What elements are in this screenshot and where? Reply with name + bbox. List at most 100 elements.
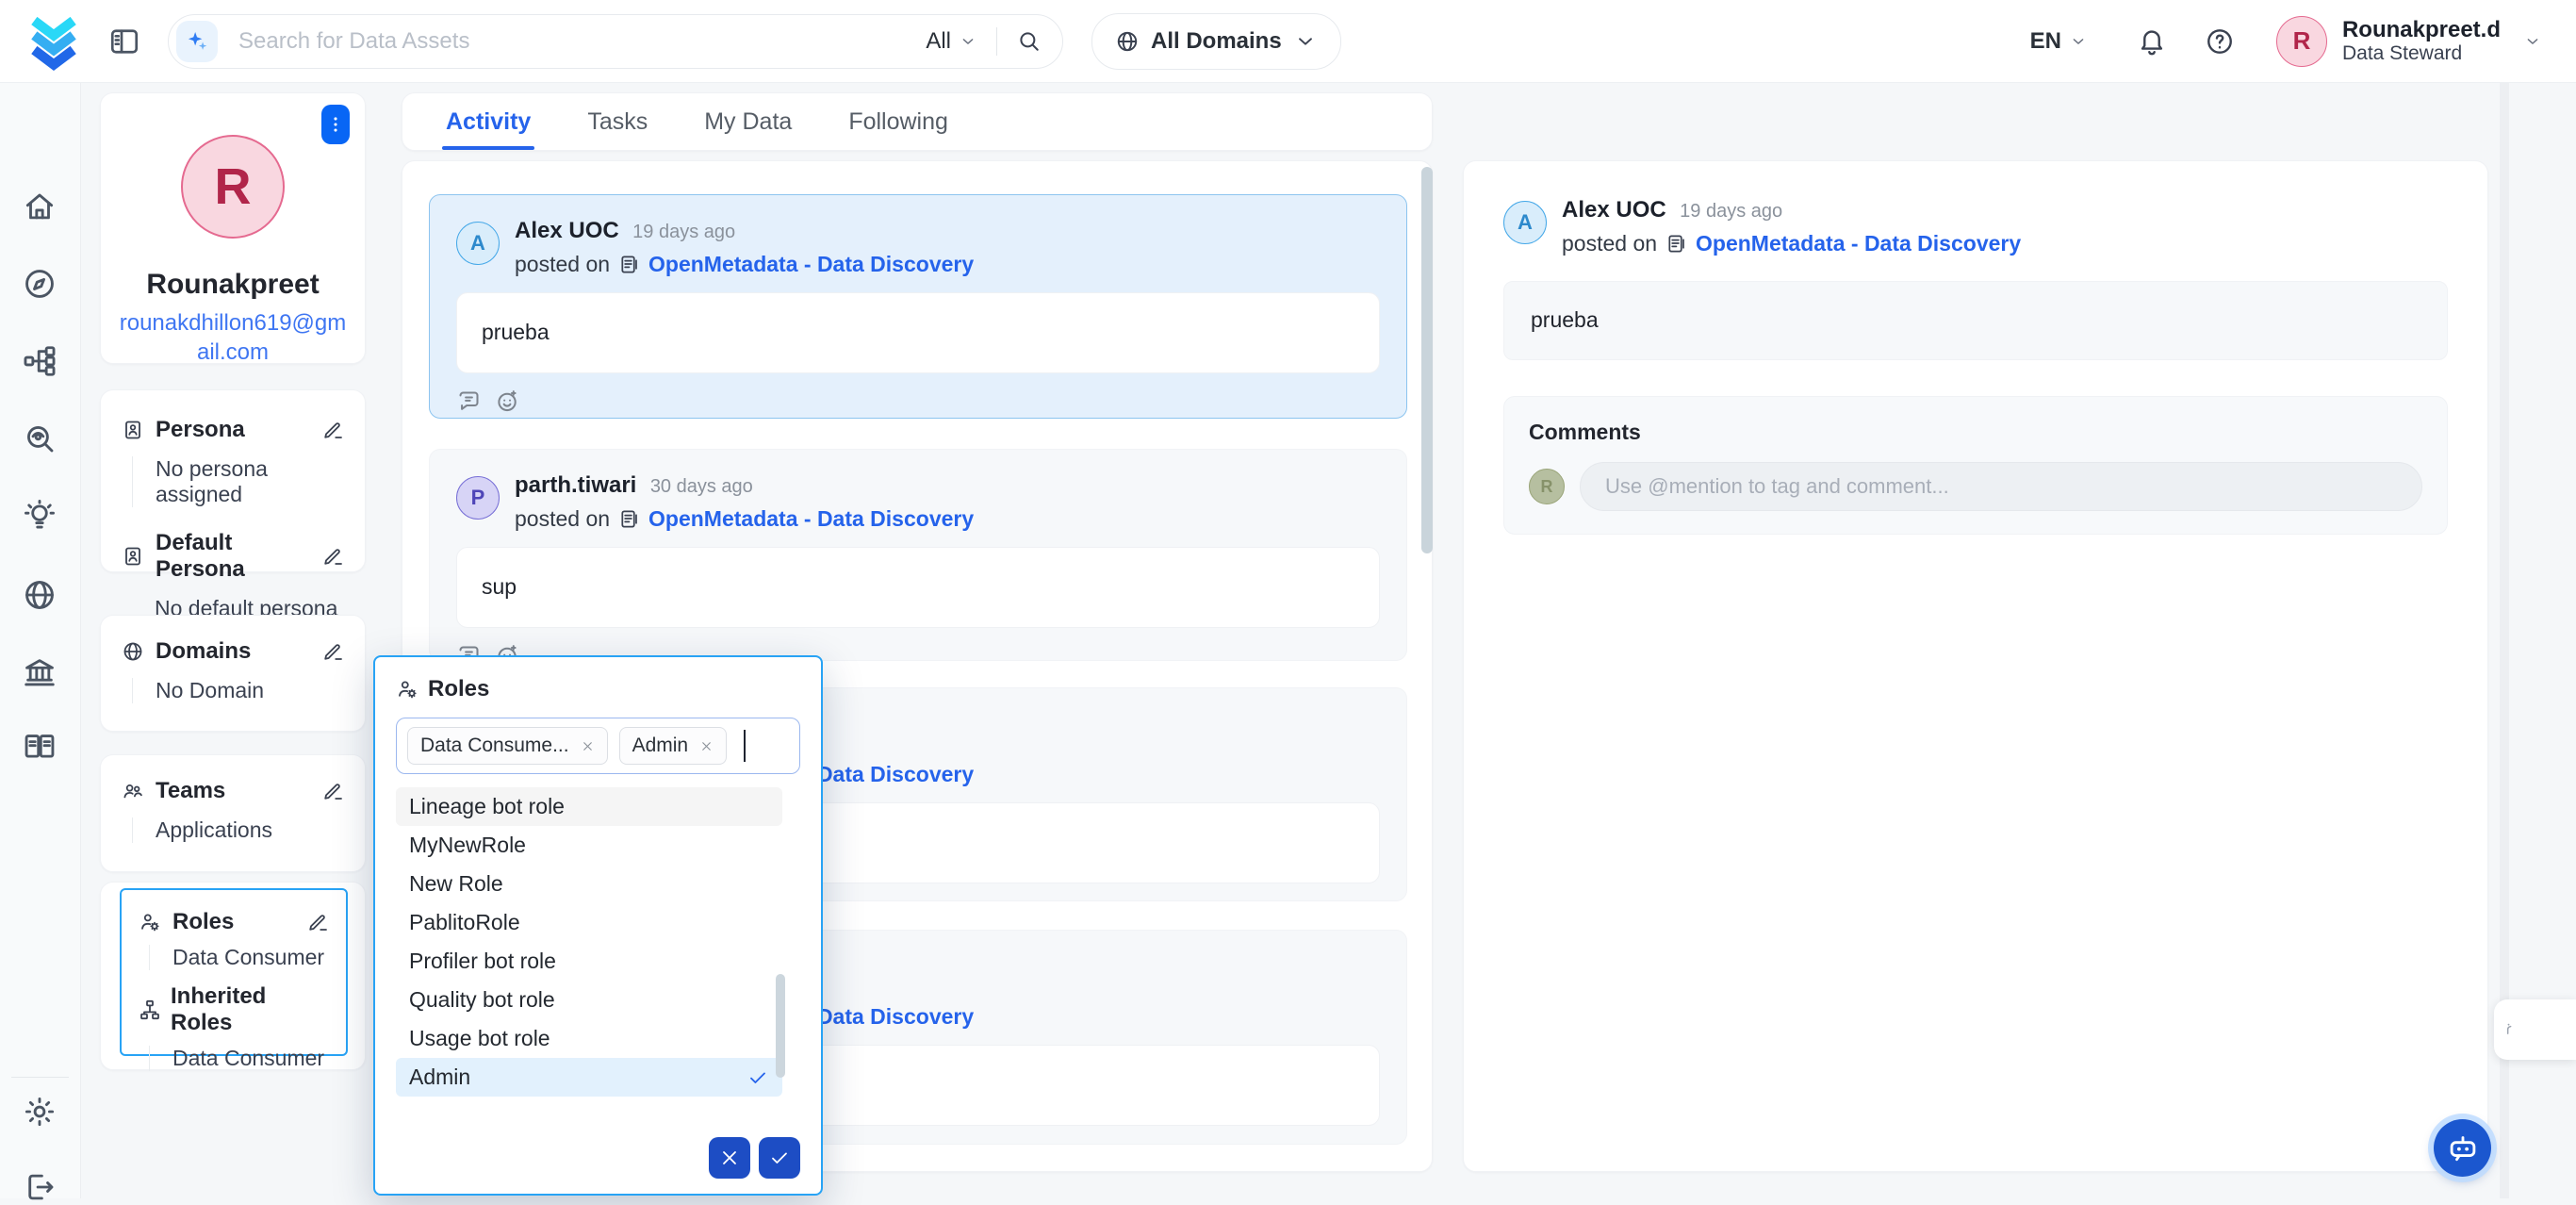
- roles-multiselect-input[interactable]: Data Consume... Admin: [396, 718, 800, 774]
- nav-home-icon[interactable]: [22, 189, 57, 224]
- divider: [11, 1077, 69, 1078]
- edit-domains-icon[interactable]: [321, 640, 344, 663]
- document-icon: [618, 254, 640, 275]
- top-bar: All All Domains EN R Rounakpreet.d Data …: [0, 0, 2576, 83]
- divider: [996, 27, 997, 56]
- user-name: Rounakpreet.d: [2342, 17, 2501, 43]
- sparkle-icon: [184, 28, 210, 55]
- roles-card: Roles Data Consumer Inherited Roles Data…: [100, 882, 366, 1070]
- persona-title: Persona: [156, 417, 245, 443]
- nav-insights-icon[interactable]: [22, 498, 57, 534]
- post-author-avatar[interactable]: A: [456, 222, 500, 265]
- nav-govern-icon[interactable]: [22, 654, 57, 690]
- profile-email[interactable]: rounakdhillon619@gmail.com: [118, 308, 348, 367]
- tab-activity[interactable]: Activity: [444, 94, 533, 150]
- check-icon: [768, 1147, 791, 1169]
- tab-my-data[interactable]: My Data: [702, 94, 794, 150]
- options-scrollbar[interactable]: [776, 974, 785, 1078]
- add-reaction-icon[interactable]: [495, 388, 520, 414]
- edit-roles-icon[interactable]: [306, 911, 329, 933]
- feed-post[interactable]: A Alex UOC 19 days ago posted on OpenMet…: [429, 194, 1407, 419]
- nav-logout-icon[interactable]: [22, 1169, 57, 1205]
- user-info[interactable]: Rounakpreet.d Data Steward: [2342, 17, 2501, 66]
- chat-bot-button[interactable]: [2434, 1119, 2491, 1177]
- detail-action: posted on: [1562, 231, 1657, 256]
- remove-chip-icon[interactable]: [581, 739, 595, 753]
- comment-icon[interactable]: [456, 388, 482, 414]
- role-option[interactable]: MyNewRole: [396, 826, 782, 865]
- comment-input[interactable]: [1580, 462, 2422, 511]
- persona-value: No persona assigned: [132, 456, 344, 507]
- teams-title: Teams: [156, 778, 225, 804]
- nav-observability-icon[interactable]: [22, 421, 57, 456]
- detail-message: prueba: [1503, 281, 2448, 360]
- roles-edit-popup: Roles Data Consume... Admin Lineage bot …: [373, 655, 823, 1196]
- post-message: sup: [456, 547, 1380, 628]
- inherited-roles-value: Data Consumer: [149, 1046, 329, 1071]
- role-option[interactable]: New Role: [396, 865, 782, 903]
- cancel-button[interactable]: [709, 1137, 750, 1179]
- detail-timestamp: 19 days ago: [1680, 201, 1782, 222]
- domains-filter-dropdown[interactable]: All Domains: [1091, 13, 1341, 70]
- more-options-icon: [325, 114, 346, 135]
- ai-search-button[interactable]: [176, 21, 218, 62]
- help-icon[interactable]: [2205, 26, 2235, 57]
- post-author-name[interactable]: Alex UOC: [515, 218, 619, 243]
- notifications-bell-icon[interactable]: [2137, 26, 2167, 57]
- left-nav-rail: [0, 83, 81, 1198]
- edit-persona-icon[interactable]: [321, 419, 344, 441]
- collapsed-drawer-handle[interactable]: [2494, 999, 2576, 1060]
- detail-entity-link[interactable]: OpenMetadata - Data Discovery: [1696, 231, 2021, 256]
- openmetadata-logo[interactable]: [25, 12, 83, 71]
- feed-scrollbar[interactable]: [1421, 167, 1433, 553]
- detail-author-avatar[interactable]: A: [1503, 201, 1547, 244]
- search-icon[interactable]: [1016, 28, 1042, 54]
- selected-role-chip[interactable]: Data Consume...: [407, 727, 608, 765]
- nav-glossary-icon[interactable]: [22, 729, 57, 765]
- edit-teams-icon[interactable]: [321, 780, 344, 802]
- search-input[interactable]: [237, 27, 926, 56]
- search-scope-dropdown[interactable]: All: [926, 28, 977, 55]
- profile-menu-button[interactable]: [321, 105, 350, 144]
- comments-section: Comments R: [1503, 396, 2448, 535]
- remove-chip-icon[interactable]: [699, 739, 714, 753]
- inherited-roles-title: Inherited Roles: [171, 983, 329, 1036]
- teams-card: Teams Applications: [100, 754, 366, 872]
- edit-default-persona-icon[interactable]: [321, 545, 344, 568]
- roles-title: Roles: [172, 909, 234, 935]
- chevron-down-icon: [959, 32, 977, 51]
- profile-card: R Rounakpreet rounakdhillon619@gmail.com: [100, 92, 366, 364]
- tab-tasks[interactable]: Tasks: [585, 94, 649, 150]
- role-option[interactable]: Quality bot role: [396, 981, 782, 1019]
- post-author-avatar[interactable]: P: [456, 476, 500, 520]
- tab-following[interactable]: Following: [846, 94, 950, 150]
- role-option[interactable]: Lineage bot role: [396, 787, 782, 826]
- confirm-button[interactable]: [759, 1137, 800, 1179]
- language-dropdown[interactable]: EN: [2030, 28, 2088, 55]
- roles-icon: [139, 911, 161, 933]
- nav-explore-icon[interactable]: [22, 266, 57, 302]
- role-option[interactable]: Profiler bot role: [396, 942, 782, 981]
- post-author-name[interactable]: parth.tiwari: [515, 472, 636, 498]
- user-avatar[interactable]: R: [2276, 16, 2327, 67]
- persona-icon: [122, 419, 144, 441]
- document-icon: [618, 508, 640, 530]
- selected-role-chip[interactable]: Admin: [619, 727, 728, 765]
- post-entity-link[interactable]: OpenMetadata - Data Discovery: [648, 252, 974, 277]
- role-option-selected[interactable]: Admin: [396, 1058, 782, 1097]
- nav-domains-icon[interactable]: [22, 577, 57, 613]
- nav-settings-icon[interactable]: [22, 1094, 57, 1130]
- global-search-bar[interactable]: All: [168, 14, 1063, 69]
- role-option[interactable]: Usage bot role: [396, 1019, 782, 1058]
- robot-icon: [2445, 1131, 2481, 1166]
- sidebar-toggle-icon[interactable]: [107, 25, 141, 58]
- profile-tabs: Activity Tasks My Data Following: [402, 92, 1433, 151]
- document-icon: [1665, 233, 1687, 255]
- post-entity-link[interactable]: OpenMetadata - Data Discovery: [648, 506, 974, 532]
- role-option[interactable]: PablitoRole: [396, 903, 782, 942]
- nav-lineage-icon[interactable]: [22, 343, 57, 379]
- detail-author-name[interactable]: Alex UOC: [1562, 197, 1666, 223]
- user-menu-chevron-icon[interactable]: [2523, 32, 2542, 51]
- feed-post[interactable]: P parth.tiwari 30 days ago posted on Ope…: [429, 449, 1407, 661]
- roles-value: Data Consumer: [149, 945, 329, 970]
